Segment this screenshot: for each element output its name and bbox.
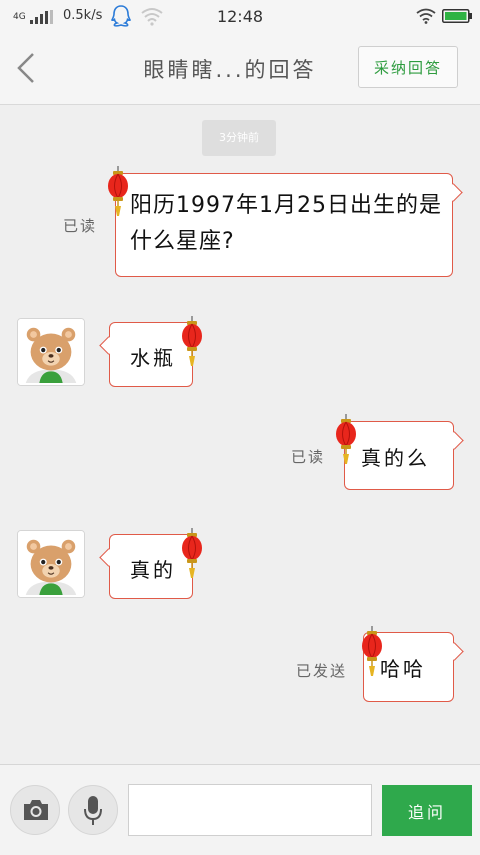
message-text: 哈哈 [380, 657, 426, 681]
camera-button[interactable] [10, 785, 60, 835]
battery-icon [442, 9, 472, 23]
follow-up-button[interactable]: 追问 [382, 785, 472, 836]
back-arrow-icon[interactable] [14, 50, 38, 86]
read-status: 已读 [291, 448, 326, 466]
read-status: 已读 [63, 217, 98, 235]
sent-status: 已发送 [296, 662, 348, 680]
camera-icon [24, 800, 48, 820]
header: 眼睛瞎...的回答 采纳回答 [0, 32, 480, 105]
message-bubble-sent[interactable]: 真的么 [344, 421, 454, 490]
bear-avatar[interactable] [17, 530, 85, 598]
microphone-icon [84, 796, 102, 825]
lantern-icon [361, 626, 383, 678]
lantern-icon [181, 316, 203, 368]
lantern-icon [335, 414, 357, 466]
lantern-icon [107, 166, 129, 218]
message-bubble-sent[interactable]: 阳历1997年1月25日出生的是什么星座? [115, 173, 453, 277]
accept-answer-button[interactable]: 采纳回答 [358, 46, 458, 88]
timestamp: 3分钟前 [202, 120, 276, 156]
page-title: 眼睛瞎...的回答 [143, 58, 317, 82]
bear-avatar[interactable] [17, 318, 85, 386]
message-text: 真的么 [361, 446, 430, 470]
message-text: 真的 [130, 558, 176, 582]
message-text: 阳历1997年1月25日出生的是什么星座? [130, 193, 442, 254]
message-input[interactable] [128, 784, 372, 836]
lantern-icon [181, 528, 203, 580]
clock: 12:48 [216, 7, 264, 26]
message-text: 水瓶 [130, 346, 176, 370]
voice-button[interactable] [68, 785, 118, 835]
input-bar: 追问 [0, 764, 480, 855]
status-bar: 4G 0.5k/s 12:48 [0, 0, 480, 32]
wifi-icon [416, 8, 436, 24]
